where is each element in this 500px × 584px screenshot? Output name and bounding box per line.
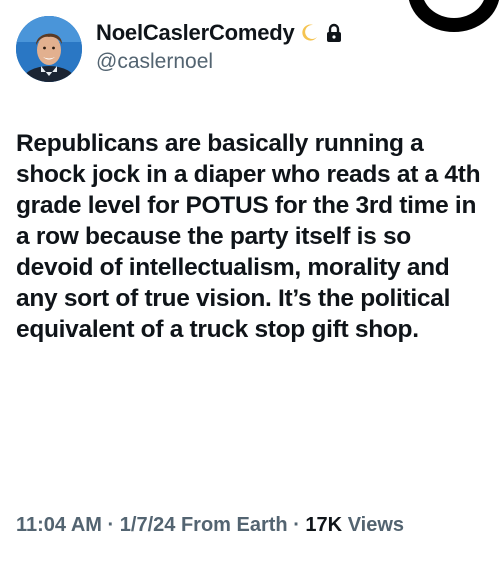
avatar-image bbox=[16, 16, 82, 82]
crescent-moon-icon bbox=[299, 23, 319, 43]
views-count: 17K bbox=[305, 514, 343, 536]
display-name[interactable]: NoelCaslerComedy bbox=[96, 20, 295, 46]
meta-separator: · bbox=[293, 514, 300, 536]
tweet-header: NoelCaslerComedy @caslernoel bbox=[16, 16, 484, 86]
tweet-text: Republicans are basically running a shoc… bbox=[16, 130, 481, 343]
tweet-source: From Earth bbox=[180, 514, 288, 536]
avatar[interactable] bbox=[16, 16, 82, 82]
tweet-date[interactable]: 1/7/24 bbox=[120, 514, 176, 536]
views-label: Views bbox=[347, 514, 405, 536]
display-name-row: NoelCaslerComedy bbox=[96, 18, 343, 48]
user-handle[interactable]: @caslernoel bbox=[96, 50, 343, 74]
tweet-metadata: 11:04 AM · 1/7/24 From Earth · 17K Views bbox=[16, 511, 486, 539]
author-names: NoelCaslerComedy @caslernoel bbox=[96, 18, 343, 74]
tweet-time[interactable]: 11:04 AM bbox=[16, 514, 102, 536]
lock-icon bbox=[325, 23, 343, 43]
meta-separator: · bbox=[107, 514, 115, 536]
